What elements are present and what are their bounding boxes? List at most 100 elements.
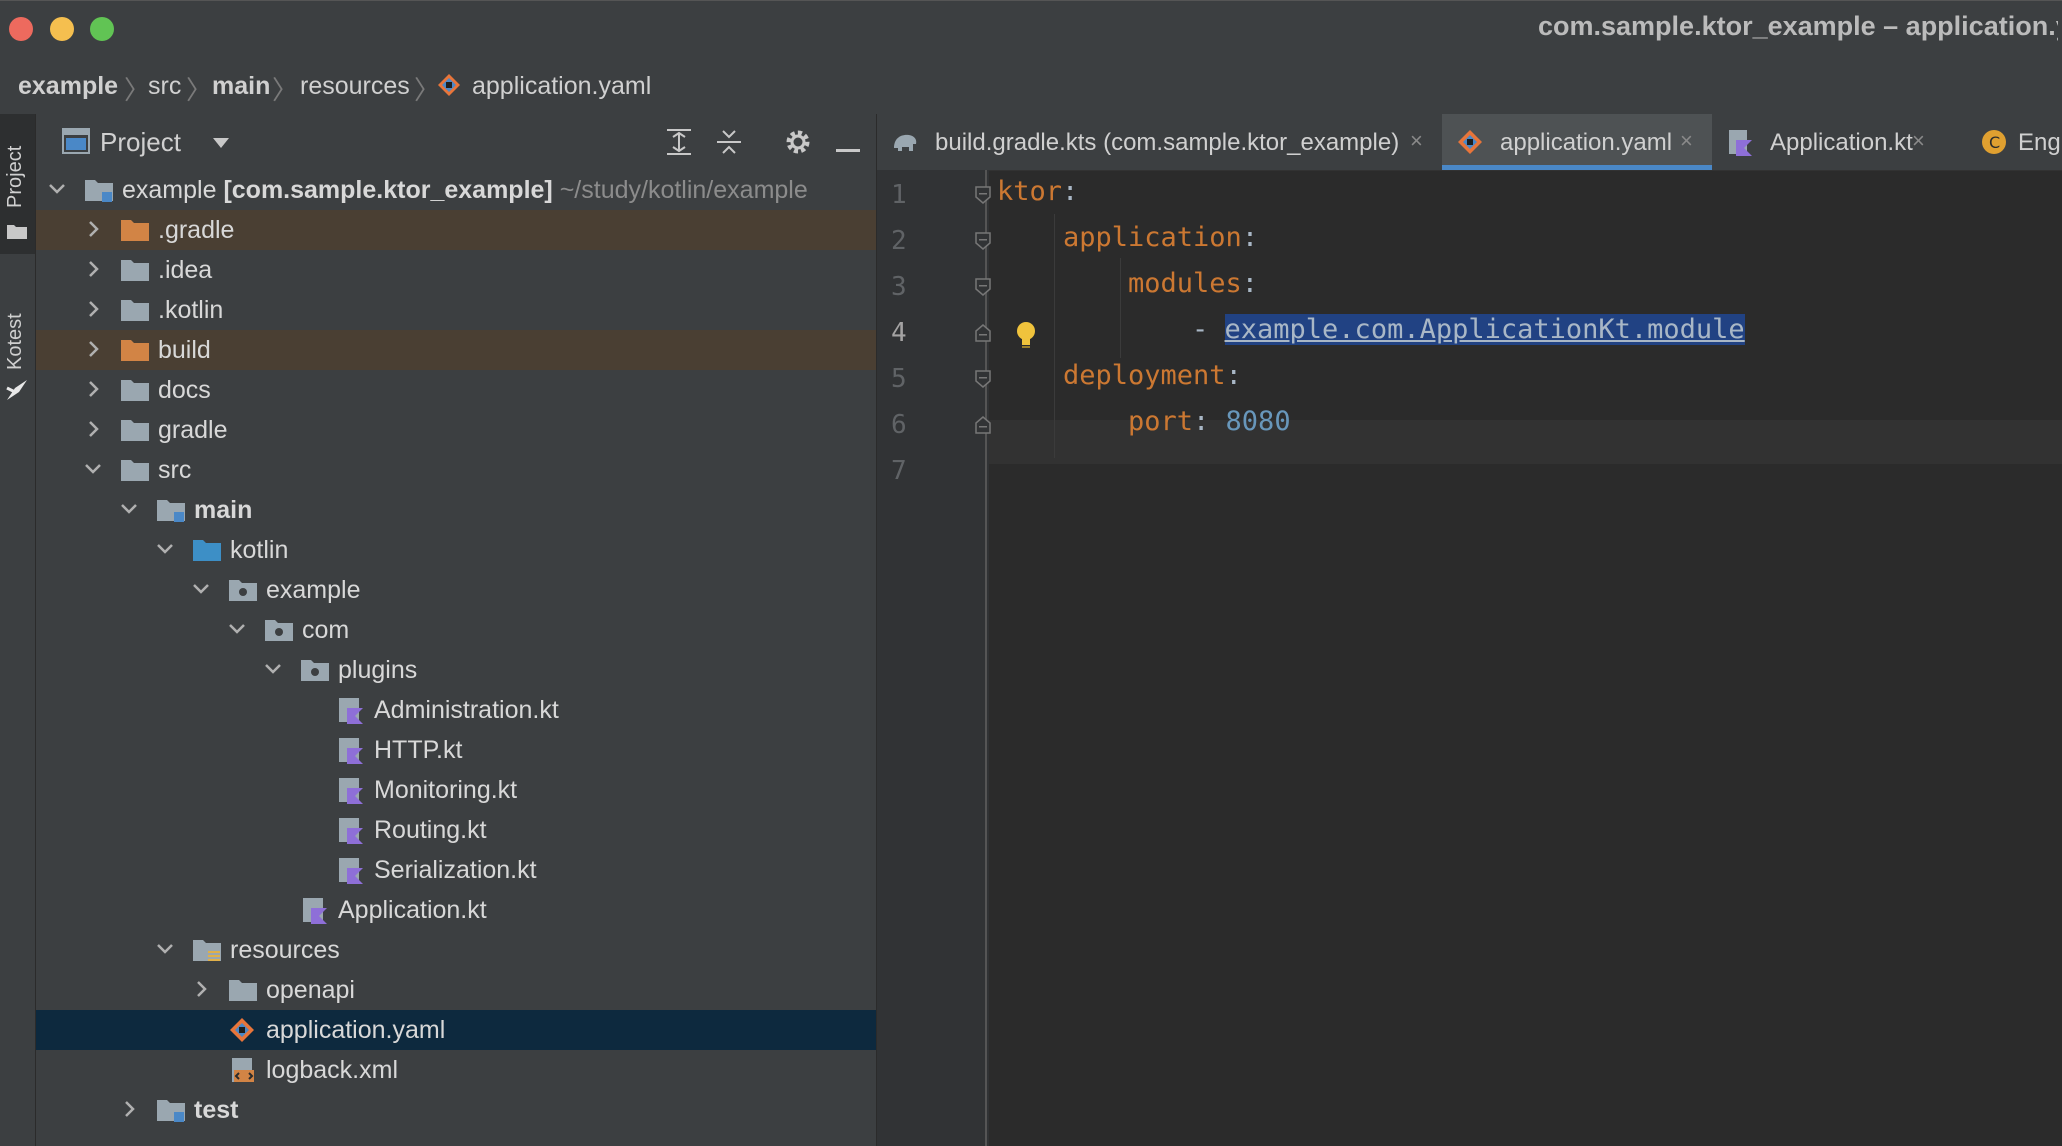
chevron-right-icon[interactable] (82, 254, 104, 284)
chevron-down-icon[interactable] (118, 494, 140, 524)
tree-item-gradle-dir[interactable]: .gradle (36, 210, 876, 250)
fold-marker-icon[interactable] (975, 186, 991, 204)
close-window-button[interactable] (9, 17, 33, 41)
tree-item-example-package[interactable]: example (36, 570, 876, 610)
kotlin-file-icon (1726, 128, 1754, 156)
tree-label: example [com.sample.ktor_example] ~/stud… (122, 176, 808, 205)
breadcrumb-separator: 〉 (272, 75, 299, 105)
tree-item-serialization-kt[interactable]: Serialization.kt (36, 850, 876, 890)
tree-label: logback.xml (266, 1056, 398, 1084)
chevron-down-icon[interactable] (154, 534, 176, 564)
code-line-3[interactable]: modules: (1128, 268, 1258, 299)
chevron-right-icon[interactable] (82, 294, 104, 324)
project-tool-tab[interactable]: Project (0, 114, 35, 254)
yaml-module-reference[interactable]: example.com.ApplicationKt.module (1224, 314, 1745, 345)
gutter-divider (985, 170, 987, 1146)
kotest-tool-tab[interactable]: Kotest (0, 274, 35, 424)
yaml-key: port (1128, 406, 1194, 437)
tab-engine[interactable]: C Engi (1978, 114, 2062, 170)
hide-panel-icon[interactable] (836, 140, 860, 158)
folder-icon (120, 296, 150, 324)
chevron-down-icon[interactable] (82, 454, 104, 484)
chevron-down-icon[interactable] (262, 654, 284, 684)
breadcrumb-item-resources[interactable]: resources (300, 72, 410, 101)
tree-label: kotlin (230, 536, 289, 564)
chevron-down-icon[interactable] (154, 934, 176, 964)
close-tab-icon[interactable]: × (1680, 128, 1693, 154)
close-tab-icon[interactable]: × (1410, 128, 1423, 154)
tree-item-administration-kt[interactable]: Administration.kt (36, 690, 876, 730)
collapse-all-icon[interactable] (716, 128, 742, 161)
breadcrumb: example 〉 src 〉 main 〉 resources 〉 appli… (0, 56, 2062, 115)
tree-label: main (194, 496, 253, 524)
code-line-2[interactable]: application: (1063, 222, 1258, 253)
minimize-window-button[interactable] (50, 17, 74, 41)
fold-end-marker-icon[interactable] (975, 324, 991, 342)
tree-item-gradle[interactable]: gradle (36, 410, 876, 450)
tree-item-root[interactable]: example [com.sample.ktor_example] ~/stud… (36, 170, 876, 210)
tree-item-src[interactable]: src (36, 450, 876, 490)
code-line-1[interactable]: ktor: (997, 176, 1078, 207)
breadcrumb-item-application-yaml[interactable]: application.yaml (472, 72, 651, 101)
tree-label: gradle (158, 416, 228, 444)
tree-item-main[interactable]: main (36, 490, 876, 530)
tree-item-http-kt[interactable]: HTTP.kt (36, 730, 876, 770)
tree-item-application-kt[interactable]: Application.kt (36, 890, 876, 930)
chevron-right-icon[interactable] (82, 374, 104, 404)
project-view-title[interactable]: Project (100, 127, 181, 158)
code-line-4[interactable]: - example.com.ApplicationKt.module (1192, 314, 1745, 345)
tree-item-com-package[interactable]: com (36, 610, 876, 650)
chevron-down-icon[interactable] (226, 614, 248, 644)
tree-item-build[interactable]: build (36, 330, 876, 370)
chevron-right-icon[interactable] (82, 334, 104, 364)
tree-item-openapi[interactable]: openapi (36, 970, 876, 1010)
tree-item-test[interactable]: test (36, 1090, 876, 1130)
expand-all-icon[interactable] (666, 128, 692, 161)
tree-item-kotlin-source[interactable]: kotlin (36, 530, 876, 570)
tree-label: com (302, 616, 350, 644)
tree-item-routing-kt[interactable]: Routing.kt (36, 810, 876, 850)
yaml-colon: : (1193, 406, 1226, 437)
lightbulb-icon[interactable] (1013, 320, 1039, 350)
package-icon (300, 656, 330, 684)
breadcrumb-item-main[interactable]: main (212, 72, 270, 101)
breadcrumb-item-example[interactable]: example (18, 72, 118, 101)
close-tab-icon[interactable]: × (1912, 128, 1925, 154)
tree-label: docs (158, 376, 211, 404)
fold-end-marker-icon[interactable] (975, 416, 991, 434)
fold-marker-icon[interactable] (975, 370, 991, 388)
code-line-5[interactable]: deployment: (1063, 360, 1242, 391)
tree-item-plugins-package[interactable]: plugins (36, 650, 876, 690)
chevron-right-icon[interactable] (82, 414, 104, 444)
tab-application-yaml[interactable]: application.yaml × (1442, 114, 1712, 170)
source-root-folder-icon (192, 536, 222, 564)
yaml-colon: : (1225, 360, 1242, 391)
chevron-down-icon[interactable] (46, 174, 68, 204)
project-panel: Project example [com.sample.ktor_example… (36, 114, 876, 1146)
tree-item-idea[interactable]: .idea (36, 250, 876, 290)
folder-icon (120, 416, 150, 444)
chevron-down-icon[interactable] (190, 574, 212, 604)
tab-application-kt[interactable]: Application.kt × (1712, 114, 1942, 170)
tree-item-application-yaml[interactable]: application.yaml (36, 1010, 876, 1050)
yaml-icon (436, 72, 462, 98)
fold-marker-icon[interactable] (975, 232, 991, 250)
chevron-right-icon[interactable] (190, 974, 212, 1004)
tree-item-docs[interactable]: docs (36, 370, 876, 410)
chevron-right-icon[interactable] (118, 1094, 140, 1124)
zoom-window-button[interactable] (90, 17, 114, 41)
code-line-6[interactable]: port: 8080 (1128, 406, 1291, 437)
breadcrumb-item-src[interactable]: src (148, 72, 181, 101)
tree-item-kotlin-dir[interactable]: .kotlin (36, 290, 876, 330)
fold-marker-icon[interactable] (975, 278, 991, 296)
gear-icon[interactable] (784, 128, 812, 161)
tree-item-monitoring-kt[interactable]: Monitoring.kt (36, 770, 876, 810)
project-panel-header: Project (36, 114, 876, 170)
package-icon (264, 616, 294, 644)
tab-build-gradle-kts[interactable]: build.gradle.kts (com.sample.ktor_exampl… (877, 114, 1442, 170)
breadcrumb-separator: 〉 (124, 75, 151, 105)
tree-item-logback-xml[interactable]: logback.xml (36, 1050, 876, 1090)
tree-item-resources[interactable]: resources (36, 930, 876, 970)
view-dropdown-chevron-icon[interactable] (212, 136, 230, 154)
chevron-right-icon[interactable] (82, 214, 104, 244)
